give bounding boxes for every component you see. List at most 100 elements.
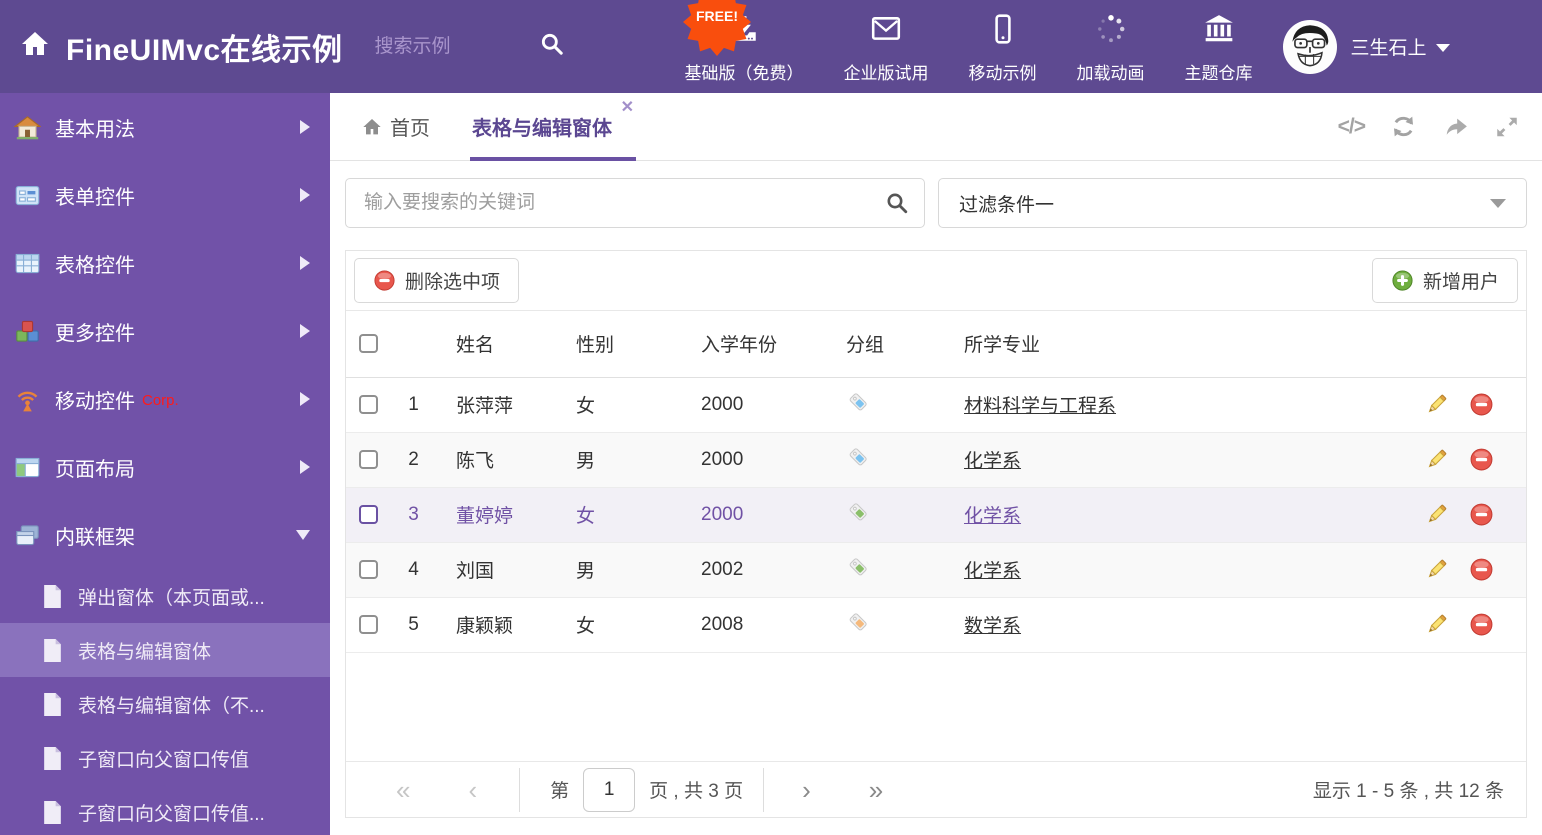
major-link[interactable]: 化学系 [964,506,1021,527]
add-user-button[interactable]: 新增用户 [1371,258,1518,303]
sidebar-subitem[interactable]: 弹出窗体（本页面或... [0,569,330,623]
free-badge-label: FREE! [696,8,738,24]
sidebar-item[interactable]: 表格控件 [0,229,330,297]
sidebar-item-label: 页面布局 [55,458,135,481]
sidebar-subitem[interactable]: 子窗口向父窗口传值... [0,785,330,835]
sidebar-item[interactable]: 内联框架 [0,501,330,569]
cell-year: 2008 [681,597,826,653]
table-row[interactable]: 5 康颖颖 女 2008 数学系 [346,597,1526,653]
filter-row: 过滤条件一 [345,178,1527,228]
chevron-right-icon [300,256,310,270]
divider [519,767,521,812]
chevron-down-icon [1490,198,1506,208]
sidebar-item[interactable]: 页面布局 [0,433,330,501]
row-number: 1 [391,377,436,433]
chevron-right-icon [300,324,310,338]
cell-name: 刘国 [436,542,556,598]
layout-icon [14,454,41,481]
header-nav-item[interactable]: 主题仓库 [1185,13,1253,84]
row-checkbox[interactable] [359,504,378,524]
cell-gender: 男 [556,432,681,488]
header-nav-item[interactable]: 企业版试用 [844,13,929,84]
column-header-name[interactable]: 姓名 [436,311,556,378]
row-checkbox[interactable] [359,559,378,579]
chevron-right-icon [300,460,310,474]
cell-gender: 女 [556,597,681,653]
sidebar-item[interactable]: 移动控件 Corp. [0,365,330,433]
page-number-input[interactable] [583,767,636,812]
filter-dropdown[interactable]: 过滤条件一 [938,178,1527,228]
refresh-icon[interactable] [1390,113,1417,140]
delete-icon[interactable] [1469,392,1494,417]
tab-home[interactable]: 首页 [362,112,430,141]
row-checkbox[interactable] [359,394,378,414]
tab-active-label: 表格与编辑窗体 [472,118,612,140]
major-link[interactable]: 化学系 [964,561,1021,582]
tab-active[interactable]: 表格与编辑窗体 ✕ [470,93,636,161]
header-search-input[interactable] [374,35,525,58]
table-row[interactable]: 3 董婷婷 女 2000 化学系 [346,487,1526,543]
share-icon[interactable] [1442,113,1469,140]
file-icon [42,584,63,609]
cell-year: 2000 [681,432,826,488]
sidebar-subitem[interactable]: 表格与编辑窗体 [0,623,330,677]
keyword-search-box [345,178,925,228]
home-icon[interactable] [20,29,50,64]
header-nav-item[interactable]: 移动示例 [969,13,1037,84]
major-link[interactable]: 材料科学与工程系 [964,396,1116,417]
delete-icon[interactable] [1469,612,1494,637]
sidebar-item[interactable]: 基本用法 [0,93,330,161]
row-number: 4 [391,542,436,598]
avatar[interactable] [1282,19,1337,74]
column-header-group[interactable]: 分组 [826,311,944,378]
last-page-button[interactable]: » [869,777,883,803]
sidebar-subitem[interactable]: 子窗口向父窗口传值 [0,731,330,785]
table-row[interactable]: 1 张萍萍 女 2000 材料科学与工程系 [346,377,1526,433]
major-link[interactable]: 化学系 [964,451,1021,472]
delete-icon[interactable] [1469,502,1494,527]
column-header-gender[interactable]: 性别 [556,311,681,378]
delete-icon[interactable] [1469,447,1494,472]
delete-icon[interactable] [1469,557,1494,582]
next-page-button[interactable]: › [802,777,811,803]
sidebar-subitem[interactable]: 表格与编辑窗体（不... [0,677,330,731]
first-page-button[interactable]: « [396,777,410,803]
filter-dropdown-value: 过滤条件一 [959,194,1055,216]
sidebar-item[interactable]: 表单控件 [0,161,330,229]
search-icon[interactable] [539,31,565,62]
row-checkbox[interactable] [359,614,378,634]
users-table: 姓名 性别 入学年份 分组 所学专业 1 张萍萍 女 2000 材料科学与工程系… [346,311,1526,653]
row-checkbox[interactable] [359,449,378,469]
sidebar-item[interactable]: 更多控件 [0,297,330,365]
column-header-major[interactable]: 所学专业 [944,311,1416,378]
user-menu[interactable]: 三生石上 [1351,33,1450,60]
cell-gender: 男 [556,542,681,598]
column-header-year[interactable]: 入学年份 [681,311,826,378]
major-link[interactable]: 数学系 [964,616,1021,637]
source-code-icon[interactable]: </> [1338,115,1366,139]
prev-page-button[interactable]: ‹ [468,777,477,803]
edit-icon[interactable] [1424,557,1449,582]
header-nav-item[interactable]: 加载动画 [1077,13,1145,84]
cell-name: 董婷婷 [436,487,556,543]
expand-icon[interactable] [1494,114,1520,140]
tag-icon [846,503,871,529]
antenna-icon [14,386,41,413]
delete-selected-button[interactable]: 删除选中项 [354,258,520,303]
edit-icon[interactable] [1424,392,1449,417]
header-nav: 基础版（免费） 企业版试用 移动示例 加载动画 主题仓库 [685,13,1253,84]
tab-bar: 首页 表格与编辑窗体 ✕ </> [330,93,1542,161]
search-icon[interactable] [870,179,924,227]
form-icon [14,182,41,209]
edit-icon[interactable] [1424,447,1449,472]
header-search [374,31,565,62]
keyword-search-input[interactable] [346,192,870,214]
table-row[interactable]: 2 陈飞 男 2000 化学系 [346,432,1526,488]
edit-icon[interactable] [1424,612,1449,637]
edit-icon[interactable] [1424,502,1449,527]
cell-year: 2002 [681,542,826,598]
chevron-right-icon [300,188,310,202]
table-row[interactable]: 4 刘国 男 2002 化学系 [346,542,1526,598]
select-all-checkbox[interactable] [359,334,378,354]
close-icon[interactable]: ✕ [621,99,634,116]
